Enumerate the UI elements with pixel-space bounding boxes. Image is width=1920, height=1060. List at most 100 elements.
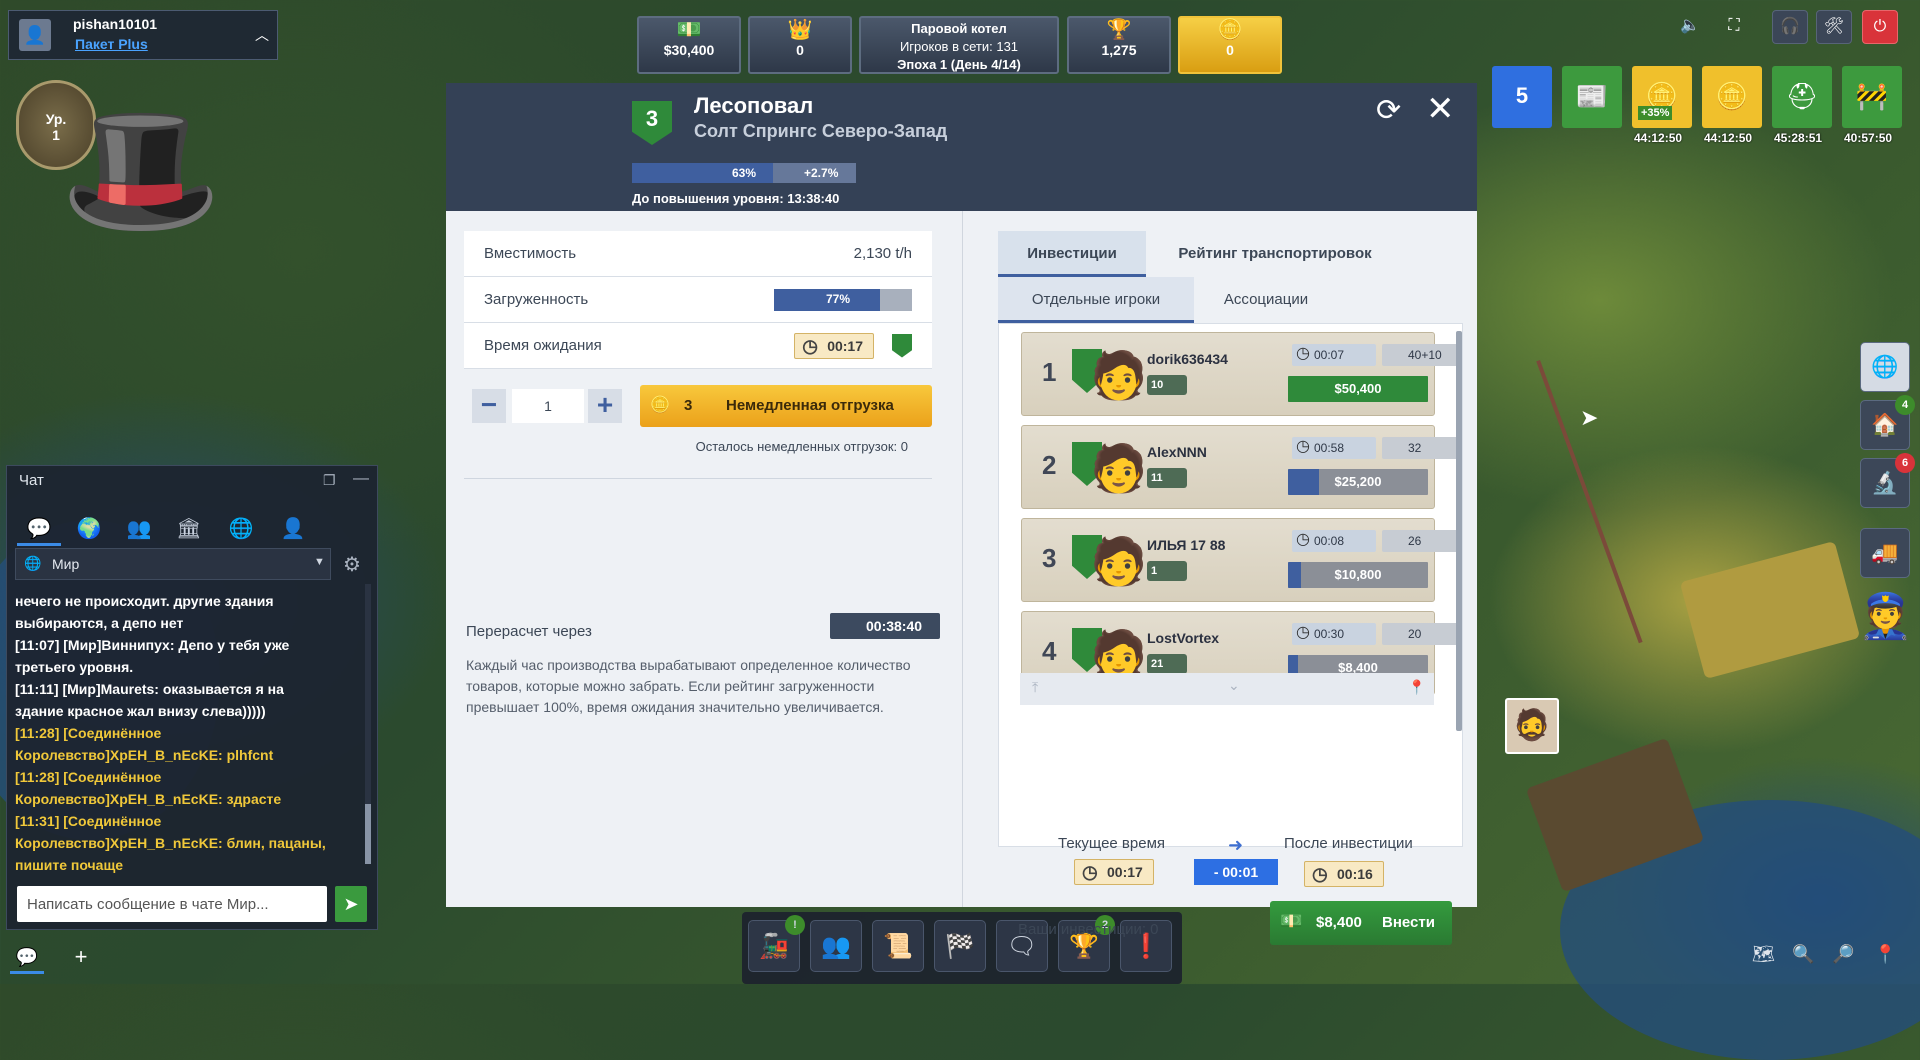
chat-scrollbar[interactable]: [365, 584, 371, 864]
chat-tab-association-icon[interactable]: 👥: [117, 512, 161, 546]
player-amount: $25,200: [1334, 474, 1382, 489]
user-panel[interactable]: 👤 pishan10101 Пакет Plus ︿: [8, 10, 278, 60]
add-vehicle-icon[interactable]: 🚚: [1860, 528, 1910, 578]
add-chat-icon[interactable]: +: [64, 940, 98, 974]
chat-minimize-icon[interactable]: —: [353, 470, 369, 488]
prestige-box[interactable]: 🏆 1,275: [1067, 16, 1171, 74]
chat-line: Королевство]XpEH_B_nEcKE: plhfcnt: [15, 747, 274, 763]
settings-tools-icon[interactable]: 🛠: [1816, 10, 1852, 44]
dispatch-cost: 3: [684, 397, 693, 414]
chat-line: Королевство]XpEH_B_nEcKE: здрасте: [15, 791, 282, 807]
player-rank: 4: [1042, 636, 1057, 666]
scroll-down-icon[interactable]: ⌄: [1228, 677, 1240, 694]
player-card[interactable]: 2 🧑AlexNNN 11 00:58 32$25,200: [1021, 425, 1462, 509]
building-name: Лесоповал: [694, 93, 814, 118]
research-icon[interactable]: 🔬 6: [1860, 453, 1915, 508]
channel-select[interactable]: 🌐 Мир ▼: [15, 548, 331, 580]
chat-tab-company-icon[interactable]: 🏛: [167, 512, 211, 546]
html5-icon[interactable]: 5: [1492, 66, 1552, 128]
refresh-icon[interactable]: ⟳: [1376, 93, 1401, 128]
chevron-up-icon[interactable]: ︿: [255, 25, 269, 45]
player-invest-bar: $10,800: [1288, 562, 1428, 588]
race-flag-icon[interactable]: 🏁: [934, 920, 986, 972]
player-name[interactable]: dorik636434: [1147, 351, 1228, 367]
player-time: 00:58: [1292, 436, 1376, 459]
chat-input[interactable]: Написать сообщение в чате Мир...: [17, 886, 327, 922]
player-level: 10: [1147, 375, 1187, 395]
chat-tab-all-icon[interactable]: 💬: [17, 512, 61, 546]
support-icon[interactable]: 🎧: [1772, 10, 1808, 44]
character-portrait[interactable]: 🎩: [60, 76, 222, 262]
recalc-label: Перерасчет через: [466, 623, 592, 640]
money-box[interactable]: 💵 $30,400: [637, 16, 741, 74]
fullscreen-icon[interactable]: ⛶: [1716, 10, 1752, 44]
chat-popout-icon[interactable]: ❐: [323, 472, 336, 489]
tab-individual-players[interactable]: Отдельные игроки: [998, 277, 1194, 323]
contracts-icon[interactable]: 📜: [872, 920, 924, 972]
sound-icon[interactable]: 🔈: [1672, 10, 1708, 44]
time-delta: - 00:01: [1194, 859, 1278, 885]
gold-bar-icon: 🪙: [1217, 19, 1243, 41]
chat-settings-icon[interactable]: ⚙: [343, 552, 361, 577]
server-name: Паровой котел: [911, 21, 1007, 36]
map-icon[interactable]: 🗺: [1752, 944, 1775, 965]
tab-associations[interactable]: Ассоциации: [1194, 277, 1338, 323]
building-dialog[interactable]: 3 Лесоповал Солт Спрингс Северо-Запад 63…: [446, 83, 1477, 945]
globe-icon[interactable]: 🌐: [1860, 342, 1910, 392]
advisor-icon[interactable]: 👮: [1858, 590, 1913, 660]
channel-globe-icon: 🌐: [24, 555, 42, 571]
plan-link[interactable]: Пакет Plus: [75, 36, 148, 52]
list-scrollbar[interactable]: [1456, 331, 1462, 731]
trains-badge: !: [785, 915, 805, 935]
zoom-in-icon[interactable]: 🔍: [1792, 944, 1814, 965]
quantity-input[interactable]: 1: [512, 389, 584, 423]
gold-event-icon[interactable]: 🪙 +35%: [1632, 66, 1692, 128]
minus-button[interactable]: −: [472, 389, 506, 423]
chat-panel[interactable]: Чат ❐ — 💬 🌍 👥 🏛 🌐 👤 🌐 Мир ▼ ⚙ нечего не …: [6, 465, 378, 930]
chat-toggle-icon[interactable]: 💬: [10, 940, 44, 974]
chat-line: здание красное жал внизу слева))))): [15, 703, 266, 719]
location-pin-icon[interactable]: 📍: [1874, 944, 1896, 965]
gold-box[interactable]: 🪙 0: [1178, 16, 1282, 74]
stars-box[interactable]: 👑 0: [748, 16, 852, 74]
zoom-out-icon[interactable]: 🔎: [1832, 944, 1854, 965]
your-investments: Ваши инвестиции: 0: [1018, 921, 1159, 938]
locate-pin-icon[interactable]: 📍: [1408, 679, 1425, 696]
tab-transport-rating[interactable]: Рейтинг транспортировок: [1146, 231, 1404, 277]
player-time: 00:08: [1292, 529, 1376, 552]
player-avatar: 🧑: [1072, 434, 1147, 506]
power-icon[interactable]: ⏻: [1862, 10, 1898, 44]
divider: [962, 211, 963, 907]
server-box[interactable]: Паровой котел Игроков в сети: 131 Эпоха …: [859, 16, 1059, 74]
tab-investments[interactable]: Инвестиции: [998, 231, 1146, 277]
player-amount: $50,400: [1334, 381, 1382, 396]
newspaper-icon[interactable]: 📰: [1562, 66, 1622, 128]
player-card[interactable]: 3 🧑ИЛЬЯ 17 88 1 00:08 26$10,800: [1021, 518, 1462, 602]
player-name[interactable]: AlexNNN: [1147, 444, 1207, 460]
player-level: 21: [1147, 654, 1187, 674]
map-player-avatar[interactable]: 🧔: [1505, 698, 1559, 754]
player-card[interactable]: 1 🧑dorik636434 10 00:07 40+10$50,400: [1021, 332, 1462, 416]
scroll-top-icon[interactable]: ⤒: [1032, 679, 1038, 696]
plus-button[interactable]: +: [588, 389, 622, 423]
player-name[interactable]: LostVortex: [1147, 630, 1219, 646]
depot-icon[interactable]: 🏠 4: [1860, 395, 1915, 450]
helmet-icon[interactable]: ⛑: [1772, 66, 1832, 128]
player-name[interactable]: ИЛЬЯ 17 88: [1147, 537, 1225, 553]
building-region: Солт Спрингс Северо-Запад: [694, 121, 948, 141]
invest-amount: $8,400: [1316, 914, 1362, 931]
associations-icon[interactable]: 👥: [810, 920, 862, 972]
invest-button[interactable]: 💵 $8,400 Внести: [1270, 901, 1452, 945]
chevron-down-icon: ▼: [314, 556, 325, 568]
chat-tab-world-icon[interactable]: 🌐: [219, 512, 263, 546]
chat-tab-private-icon[interactable]: 👤: [271, 512, 315, 546]
chat-tab-country-icon[interactable]: 🌍: [67, 512, 111, 546]
instant-dispatch-button[interactable]: 🪙 3 Немедленная отгрузка: [640, 385, 932, 427]
roadsign-icon[interactable]: 🚧: [1842, 66, 1902, 128]
capacity-value: 2,130 t/h: [853, 245, 912, 262]
trains-icon[interactable]: 🚂!: [748, 915, 805, 972]
gold-bars-icon[interactable]: 🪙: [1702, 66, 1762, 128]
close-icon[interactable]: ✕: [1426, 89, 1455, 129]
arrow-right-icon: ➜: [1228, 835, 1244, 855]
send-icon[interactable]: ➤: [335, 886, 367, 922]
